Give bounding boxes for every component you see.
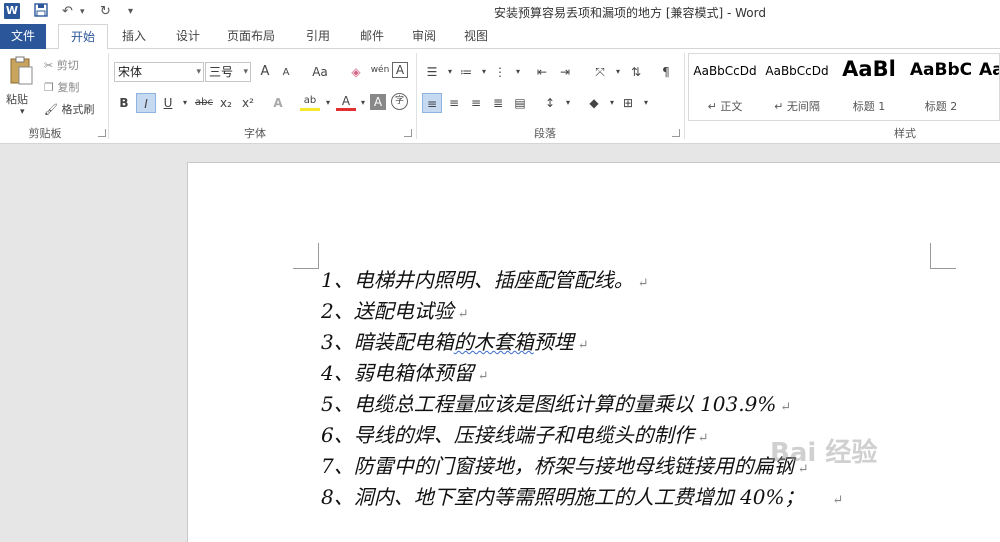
justify-button[interactable]: ≣	[488, 93, 508, 113]
tab-review[interactable]: 审阅	[402, 24, 446, 49]
borders-dropdown-icon[interactable]: ▾	[636, 93, 656, 113]
ribbon-tabs: 文件 开始 插入 设计 页面布局 引用 邮件 审阅 视图	[0, 24, 1000, 50]
group-label-paragraph: 段落	[534, 127, 556, 140]
doc-line-4[interactable]: 4、弱电箱体预留 ↵	[321, 360, 489, 390]
align-right-button[interactable]: ≡	[466, 93, 486, 113]
doc-line-5[interactable]: 5、电缆总工程量应该是图纸计算的量乘以 103.9% ↵	[321, 391, 791, 421]
tab-file[interactable]: 文件	[0, 24, 46, 49]
shading-icon[interactable]: ◆	[584, 93, 604, 113]
subscript-button[interactable]: x₂	[216, 93, 236, 113]
ribbon-home: 粘贴 ▾ ✂ 剪切 ❐ 复制 🖌 格式刷 剪贴板 宋体 ▾ 三号 ▾ A A Aa …	[0, 49, 1000, 144]
increase-indent-icon[interactable]: ⇥	[555, 62, 575, 82]
style-title[interactable]: Aa	[977, 54, 999, 120]
multilevel-dropdown-icon[interactable]: ▾	[508, 62, 528, 82]
style-heading-1[interactable]: AaBl 标题 1	[833, 54, 905, 120]
align-center-button[interactable]: ≡	[444, 93, 464, 113]
align-left-button[interactable]: ≡	[422, 93, 442, 113]
doc-line-2[interactable]: 2、送配电试验 ↵	[321, 298, 469, 328]
document-area: 1、电梯井内照明、插座配管配线。 ↵ 2、送配电试验 ↵ 3、暗装配电箱的木套箱预埋…	[0, 144, 1000, 542]
clipboard-launcher-icon[interactable]	[98, 129, 106, 137]
multilevel-list-icon[interactable]: ⋮	[490, 62, 510, 82]
style-no-spacing[interactable]: AaBbCcDd ↵ 无间隔	[761, 54, 833, 120]
style-normal[interactable]: AaBbCcDd ↵ 正文	[689, 54, 761, 120]
group-separator	[684, 53, 685, 139]
show-marks-icon[interactable]: ¶	[656, 62, 676, 82]
cut-button[interactable]: ✂ 剪切	[44, 57, 79, 73]
highlight-icon[interactable]: ab	[300, 93, 320, 111]
shrink-font-icon[interactable]: A	[276, 63, 296, 83]
group-label-font: 字体	[244, 127, 266, 140]
grow-font-icon[interactable]: A	[255, 62, 275, 82]
spelling-underline[interactable]: 的木套箱	[454, 330, 534, 354]
brush-icon: 🖌	[44, 103, 58, 116]
clear-formatting-icon[interactable]: ◈	[346, 62, 366, 82]
character-shading-icon[interactable]: A	[370, 94, 386, 110]
doc-line-3[interactable]: 3、暗装配电箱的木套箱预埋 ↵	[321, 329, 589, 359]
change-case-icon[interactable]: Aa	[306, 62, 334, 82]
line-spacing-dropdown-icon[interactable]: ▾	[558, 93, 578, 113]
bold-button[interactable]: B	[114, 93, 134, 113]
tab-view[interactable]: 视图	[454, 24, 498, 49]
group-separator	[416, 53, 417, 139]
group-label-styles: 样式	[894, 127, 916, 140]
numbering-icon[interactable]: ≔	[456, 62, 476, 82]
paste-dropdown-icon[interactable]: ▾	[20, 107, 25, 117]
paste-button[interactable]: 粘贴	[6, 91, 28, 107]
text-effects-icon[interactable]: A	[268, 93, 288, 113]
tab-page-layout[interactable]: 页面布局	[220, 24, 282, 49]
tab-mailings[interactable]: 邮件	[350, 24, 394, 49]
paste-icon[interactable]	[6, 55, 36, 91]
chinese-layout-dropdown-icon[interactable]: ▾	[608, 62, 628, 82]
copy-button[interactable]: ❐ 复制	[44, 79, 79, 95]
doc-line-7[interactable]: 7、防雷中的门窗接地，桥架与接地母线链接用的扁钢 ↵	[321, 453, 809, 483]
scissors-icon: ✂	[44, 59, 54, 72]
window-title: 安装预算容易丢项和漏项的地方 [兼容模式] - Word	[494, 6, 766, 20]
distributed-button[interactable]: ▤	[510, 93, 530, 113]
bullets-icon[interactable]: ☰	[422, 62, 442, 82]
doc-line-1[interactable]: 1、电梯井内照明、插座配管配线。 ↵	[321, 267, 649, 297]
doc-line-6[interactable]: 6、导线的焊、压接线端子和电缆头的制作 ↵	[321, 422, 709, 452]
tab-design[interactable]: 设计	[166, 24, 210, 49]
font-size-combo[interactable]: 三号 ▾	[205, 62, 251, 82]
decrease-indent-icon[interactable]: ⇤	[532, 62, 552, 82]
tab-insert[interactable]: 插入	[112, 24, 156, 49]
tab-home[interactable]: 开始	[58, 24, 108, 50]
strikethrough-button[interactable]: abc	[192, 93, 216, 113]
line-spacing-icon[interactable]: ↕	[540, 93, 560, 113]
style-heading-2[interactable]: AaBbC 标题 2	[905, 54, 977, 120]
crop-mark	[293, 243, 319, 269]
chinese-layout-icon[interactable]: ⤧	[590, 62, 610, 82]
enclose-characters-icon[interactable]: 字	[391, 93, 408, 110]
italic-button[interactable]: I	[136, 93, 156, 113]
font-launcher-icon[interactable]	[404, 129, 412, 137]
highlight-dropdown-icon[interactable]: ▾	[318, 93, 338, 113]
document-page[interactable]: 1、电梯井内照明、插座配管配线。 ↵ 2、送配电试验 ↵ 3、暗装配电箱的木套箱预埋…	[187, 162, 1000, 542]
superscript-button[interactable]: x²	[238, 93, 258, 113]
title-bar: W ↶ ▾ ↻ ▾ 安装预算容易丢项和漏项的地方 [兼容模式] - Word	[0, 0, 1000, 24]
crop-mark	[930, 243, 956, 269]
copy-icon: ❐	[44, 81, 54, 94]
paragraph-launcher-icon[interactable]	[672, 129, 680, 137]
watermark-logo: Bai 经验	[770, 438, 878, 468]
sort-icon[interactable]: ⇅	[626, 62, 646, 82]
character-border-icon[interactable]: A	[392, 62, 408, 78]
group-separator	[108, 53, 109, 139]
styles-gallery: AaBbCcDd ↵ 正文 AaBbCcDd ↵ 无间隔 AaBl 标题 1 A…	[688, 53, 1000, 121]
borders-icon[interactable]: ⊞	[618, 93, 638, 113]
tab-references[interactable]: 引用	[296, 24, 340, 49]
font-name-combo[interactable]: 宋体 ▾	[114, 62, 204, 82]
group-label-clipboard: 剪贴板	[28, 127, 62, 140]
doc-line-8[interactable]: 8、洞内、地下室内等需照明施工的人工费增加 40%； ↵	[321, 484, 843, 514]
format-painter-button[interactable]: 🖌 格式刷	[44, 101, 94, 117]
phonetic-guide-icon[interactable]: wén	[370, 60, 390, 80]
